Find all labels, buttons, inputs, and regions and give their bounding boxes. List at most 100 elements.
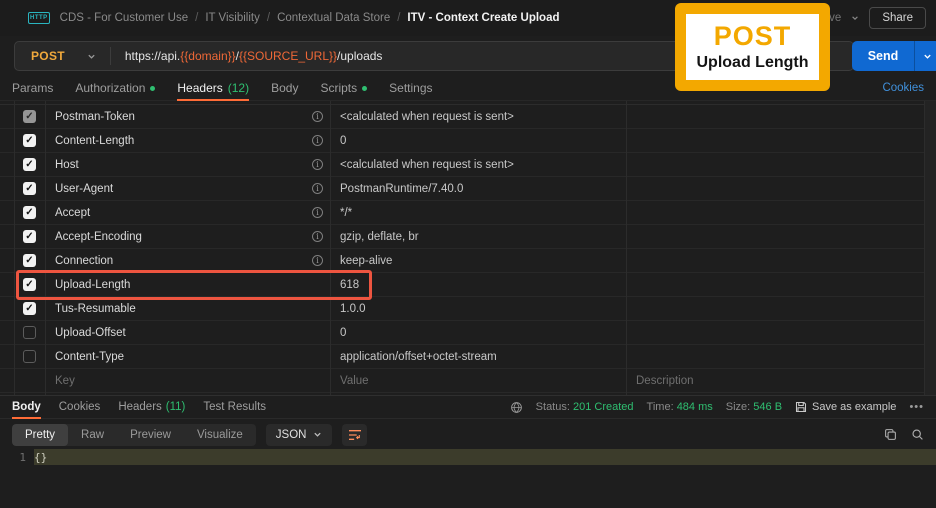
view-pretty-button[interactable]: Pretty [12, 423, 69, 446]
method-chevron-icon[interactable] [87, 52, 96, 61]
table-row-new: Key Value Description [0, 369, 925, 393]
column-divider [330, 101, 331, 395]
send-button[interactable]: Send [852, 41, 914, 71]
header-value[interactable]: <calculated when request is sent> [330, 159, 626, 171]
green-dot-icon [150, 85, 156, 91]
copy-icon[interactable] [884, 428, 897, 441]
send-options-button[interactable] [914, 41, 936, 71]
url-text[interactable]: https://api.{{domain}}/{{SOURCE_URL}}/up… [125, 49, 383, 63]
header-checkbox[interactable] [23, 158, 36, 171]
tab-settings[interactable]: Settings [389, 76, 432, 101]
response-tab-headers[interactable]: Headers (11) [118, 395, 185, 419]
header-checkbox[interactable] [23, 350, 36, 363]
send-split-button: Send [852, 41, 936, 71]
view-mode-switcher: Pretty Raw Preview Visualize [12, 423, 256, 446]
view-raw-button[interactable]: Raw [68, 424, 117, 446]
description-placeholder[interactable]: Description [626, 375, 925, 387]
header-checkbox[interactable] [23, 206, 36, 219]
url-variable: {{domain}} [180, 49, 236, 63]
response-tab-body[interactable]: Body [12, 395, 41, 419]
header-checkbox[interactable] [23, 182, 36, 195]
tab-params[interactable]: Params [12, 76, 53, 101]
header-checkbox[interactable] [23, 302, 36, 315]
table-row: Upload-Offset 0 [0, 321, 925, 345]
header-value[interactable]: PostmanRuntime/7.40.0 [330, 183, 626, 195]
method-selector[interactable]: POST [31, 49, 65, 63]
header-value[interactable]: */* [330, 207, 626, 219]
header-value[interactable]: application/offset+octet-stream [330, 351, 626, 363]
info-icon [312, 135, 323, 146]
response-header: Body Cookies Headers (11) Test Results St… [0, 395, 936, 419]
header-checkbox[interactable] [23, 134, 36, 147]
table-scrollbar[interactable] [925, 101, 936, 395]
status-badge[interactable]: Status: 201 Created [536, 401, 634, 413]
header-key[interactable]: Accept-Encoding [55, 231, 142, 243]
header-key[interactable]: Upload-Length [55, 279, 130, 291]
table-row: Postman-Token <calculated when request i… [0, 105, 925, 129]
header-checkbox[interactable] [23, 326, 36, 339]
size-badge[interactable]: Size: 546 B [726, 401, 782, 413]
header-checkbox[interactable] [23, 278, 36, 291]
network-icon[interactable] [510, 401, 523, 414]
save-menu-chevron-icon[interactable] [851, 14, 859, 22]
breadcrumb-current: ITV - Context Create Upload [407, 12, 560, 24]
column-divider [626, 101, 627, 395]
share-button[interactable]: Share [869, 7, 926, 29]
search-icon[interactable] [911, 428, 924, 441]
header-value[interactable]: 618 [330, 279, 626, 291]
header-checkbox[interactable] [23, 230, 36, 243]
key-placeholder[interactable]: Key [55, 375, 75, 387]
cookies-link[interactable]: Cookies [882, 82, 924, 94]
line-number: 1 [19, 450, 26, 464]
column-divider [14, 101, 15, 395]
table-row: User-Agent PostmanRuntime/7.40.0 [0, 177, 925, 201]
table-row: Host <calculated when request is sent> [0, 153, 925, 177]
save-as-example-button[interactable]: Save as example [795, 401, 896, 413]
header-key[interactable]: Host [55, 159, 79, 171]
url-divider [109, 47, 111, 65]
time-badge[interactable]: Time: 484 ms [647, 401, 713, 413]
header-key[interactable]: User-Agent [55, 183, 113, 195]
column-divider [45, 101, 46, 395]
breadcrumb-separator: / [266, 12, 271, 24]
header-value[interactable]: 1.0.0 [330, 303, 626, 315]
header-value[interactable]: keep-alive [330, 255, 626, 267]
breadcrumb-item[interactable]: IT Visibility [205, 12, 260, 24]
response-status-bar: Status: 201 Created Time: 484 ms Size: 5… [510, 401, 924, 414]
header-key[interactable]: Tus-Resumable [55, 303, 136, 315]
http-request-icon: HTTP [28, 12, 50, 24]
annotation-callout: POST Upload Length [675, 3, 830, 91]
value-placeholder[interactable]: Value [330, 375, 626, 387]
header-value[interactable]: 0 [330, 135, 626, 147]
header-key[interactable]: Postman-Token [55, 111, 135, 123]
header-checkbox[interactable] [23, 254, 36, 267]
response-tab-tests[interactable]: Test Results [203, 395, 266, 419]
header-checkbox[interactable] [23, 110, 36, 123]
view-visualize-button[interactable]: Visualize [184, 424, 256, 446]
header-value[interactable]: 0 [330, 327, 626, 339]
response-body-line[interactable]: {} [34, 449, 936, 465]
response-toolbar: Pretty Raw Preview Visualize JSON [0, 420, 936, 449]
header-key[interactable]: Content-Length [55, 135, 134, 147]
wrap-lines-button[interactable] [342, 423, 368, 446]
header-key[interactable]: Upload-Offset [55, 327, 126, 339]
format-chevron-icon [314, 432, 322, 437]
breadcrumb-item[interactable]: CDS - For Customer Use [60, 12, 188, 24]
send-chevron-icon [924, 54, 931, 59]
response-tab-cookies[interactable]: Cookies [59, 395, 101, 419]
tab-scripts[interactable]: Scripts [320, 76, 368, 101]
header-key[interactable]: Content-Type [55, 351, 124, 363]
format-dropdown[interactable]: JSON [265, 423, 333, 446]
breadcrumb-item[interactable]: Contextual Data Store [277, 12, 390, 24]
tab-body[interactable]: Body [271, 76, 298, 101]
tab-authorization[interactable]: Authorization [75, 76, 156, 101]
tab-headers[interactable]: Headers (12) [177, 76, 249, 101]
header-value[interactable]: gzip, deflate, br [330, 231, 626, 243]
header-key[interactable]: Connection [55, 255, 113, 267]
header-value[interactable]: <calculated when request is sent> [330, 111, 626, 123]
response-body-editor[interactable]: 1 {} [0, 449, 936, 508]
info-icon [312, 111, 323, 122]
more-options-button[interactable]: ••• [909, 401, 924, 413]
view-preview-button[interactable]: Preview [117, 424, 184, 446]
header-key[interactable]: Accept [55, 207, 90, 219]
